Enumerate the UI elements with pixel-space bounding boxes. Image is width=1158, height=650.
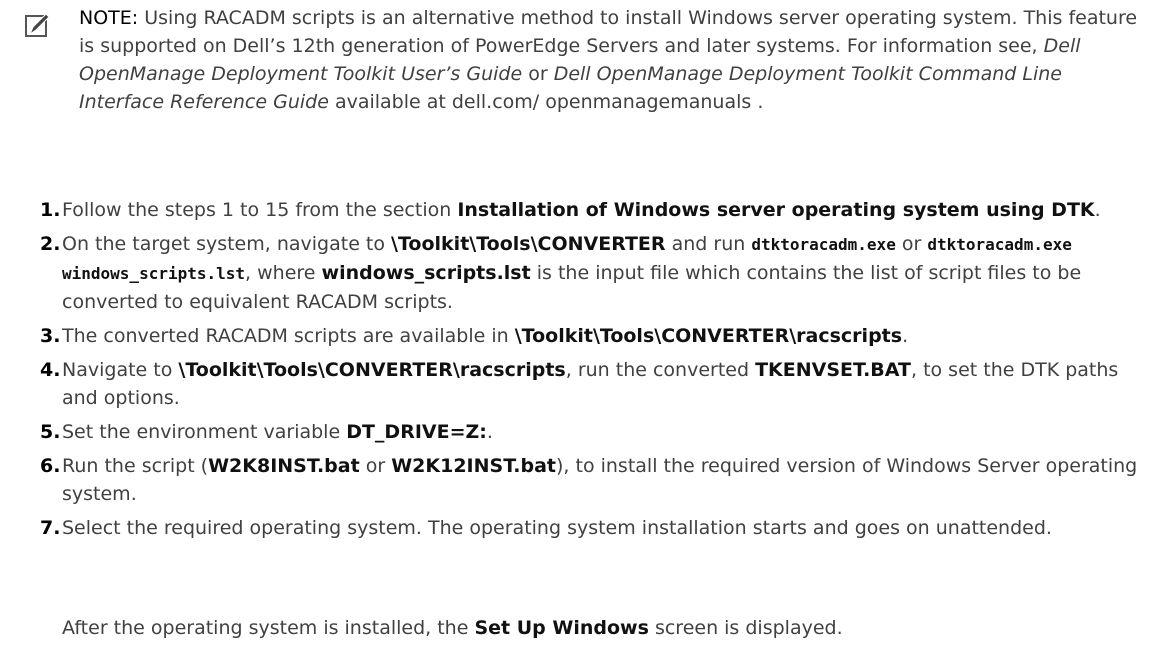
- step-5: 5. Set the environment variable DT_DRIVE=…: [40, 418, 1148, 446]
- file-name: W2K8INST.bat: [208, 455, 360, 477]
- step-text: .: [1094, 199, 1101, 221]
- path-text: \Toolkit\Tools\CONVERTER: [391, 233, 666, 255]
- step-text: Select the required operating system. Th…: [62, 517, 1052, 539]
- step-text: , run the converted: [565, 359, 750, 381]
- followup-part: screen is displayed.: [654, 617, 843, 639]
- followup-text: After the operating system is installed,…: [62, 614, 843, 642]
- step-text: Run the script (: [62, 455, 209, 477]
- path-text: \Toolkit\Tools\CONVERTER\racscripts: [178, 359, 566, 381]
- step-text: Navigate to: [62, 359, 173, 381]
- step-1: 1. Follow the steps 1 to 15 from the sect…: [40, 196, 1148, 224]
- note-body-1: Using RACADM scripts is an alternative m…: [79, 7, 1138, 57]
- note-block: NOTE: Using RACADM scripts is an alterna…: [25, 4, 1138, 116]
- step-number: 6.: [40, 455, 61, 477]
- step-text: The converted RACADM scripts are availab…: [62, 325, 509, 347]
- step-text: On the target system, navigate to: [62, 233, 385, 255]
- step-6: 6. Run the script (W2K8INST.bat or W2K12I…: [40, 452, 1148, 508]
- step-number: 3.: [40, 325, 61, 347]
- section-link: Installation of Windows server operating…: [457, 199, 1095, 221]
- file-name: windows_scripts.lst: [321, 262, 531, 284]
- step-text: , where: [245, 262, 316, 284]
- step-7: 7. Select the required operating system. …: [40, 514, 1148, 542]
- step-2: 2. On the target system, navigate to \Too…: [40, 230, 1148, 316]
- steps-list: 1. Follow the steps 1 to 15 from the sect…: [40, 196, 1148, 548]
- step-4: 4. Navigate to \Toolkit\Tools\CONVERTER\r…: [40, 356, 1148, 412]
- step-number: 7.: [40, 517, 61, 539]
- command-text: dtktoracadm.exe: [751, 235, 896, 254]
- path-text: \Toolkit\Tools\CONVERTER\racscripts: [514, 325, 903, 347]
- pencil-icon: [25, 13, 50, 37]
- variable-text: DT_DRIVE=Z:: [346, 421, 487, 443]
- step-3: 3. The converted RACADM scripts are avail…: [40, 322, 1148, 350]
- document-page: NOTE: Using RACADM scripts is an alterna…: [0, 0, 1158, 650]
- step-text: or: [365, 455, 386, 477]
- screen-name: Set Up Windows: [474, 617, 649, 639]
- step-number: 5.: [40, 421, 61, 443]
- step-text: Set the environment variable: [62, 421, 341, 443]
- followup-part: After the operating system is installed,…: [62, 617, 469, 639]
- note-or: or: [528, 63, 548, 85]
- step-number: 1.: [40, 199, 61, 221]
- step-text: .: [902, 325, 909, 347]
- step-number: 4.: [40, 359, 61, 381]
- note-label: NOTE:: [79, 7, 139, 29]
- step-number: 2.: [40, 233, 61, 255]
- file-name: W2K12INST.bat: [391, 455, 556, 477]
- step-text: Follow the steps 1 to 15 from the sectio…: [62, 199, 452, 221]
- note-text: NOTE: Using RACADM scripts is an alterna…: [79, 4, 1138, 116]
- note-body-2: available at dell.com/ openmanagemanuals…: [334, 91, 764, 113]
- step-text: .: [486, 421, 493, 443]
- file-name: TKENVSET.BAT: [755, 359, 911, 381]
- step-text: or: [901, 233, 922, 255]
- step-text: and run: [671, 233, 746, 255]
